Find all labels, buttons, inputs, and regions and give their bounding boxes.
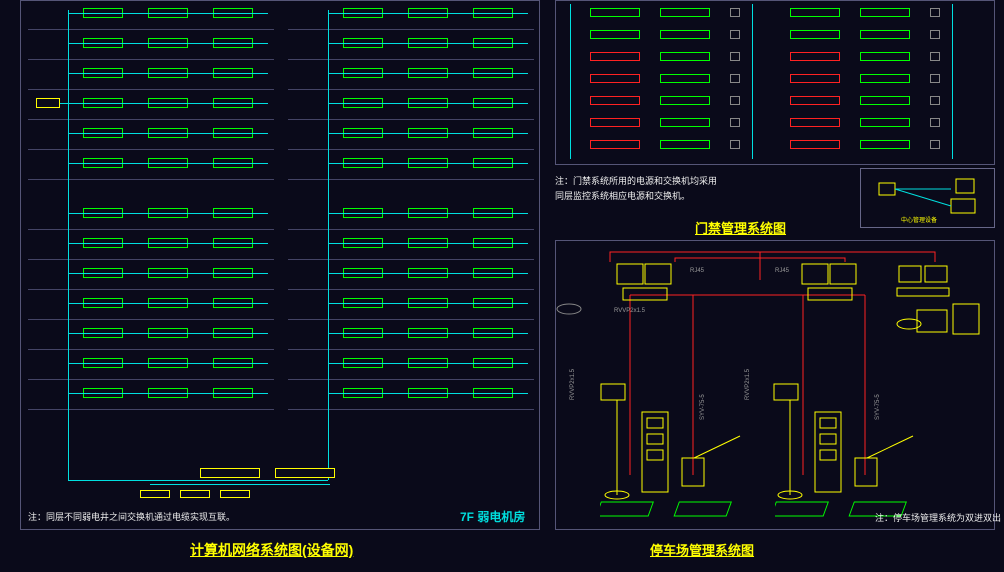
parking-note: 注：停车场管理系统为双进双出 [875,512,1001,525]
room-label: 7F 弱电机房 [460,508,525,525]
cable-label: SYV-75-5 [875,394,881,420]
network-column-1 [28,0,274,495]
cable-label: RVVP2x1.5 [614,308,645,314]
reader-icon [555,302,585,316]
access-note-l2: 同层监控系统相应电源和交换机。 [555,190,690,203]
bus-line [752,4,753,159]
monitor-icon [800,262,860,307]
camera-pole-icon [597,380,637,500]
cable-label: SYV-75-5 [700,394,706,420]
legend-label: 中心管理设备 [901,215,937,224]
core-switch-icon [275,468,335,478]
bus-line [570,4,571,159]
parking-title: 停车场管理系统图 [650,540,754,559]
monitor-icon [615,262,675,307]
access-title: 门禁管理系统图 [695,218,786,237]
bus-line [952,4,953,159]
ups-cluster-icon [895,262,990,352]
access-note-l1: 注：门禁系统所用的电源和交换机均采用 [555,175,717,188]
aux-switch-icon [220,490,250,498]
network-title: 计算机网络系统图(设备网) [190,540,353,560]
link-line [150,484,330,485]
network-note: 注：同层不同弱电井之间交换机通过电缆实现互联。 [28,511,235,524]
ticket-box-icon [813,410,847,500]
rj45-label: RJ45 [775,268,789,274]
barrier-gate-icon [853,430,923,490]
aux-switch-icon [140,490,170,498]
cable-label: RVVP2x1.5 [745,369,751,400]
legend-box: 中心管理设备 [860,168,995,228]
aux-switch-icon [180,490,210,498]
network-column-2 [288,0,534,495]
trunk-line [68,480,328,481]
trunk-line [68,10,69,480]
core-switch-icon [200,468,260,478]
cable-label: RVVP2x1.5 [570,369,576,400]
loop-detector-icon [600,500,760,525]
trunk-line [328,10,329,480]
ticket-box-icon [640,410,674,500]
rj45-label: RJ45 [690,268,704,274]
barrier-gate-icon [680,430,750,490]
camera-pole-icon [770,380,810,500]
